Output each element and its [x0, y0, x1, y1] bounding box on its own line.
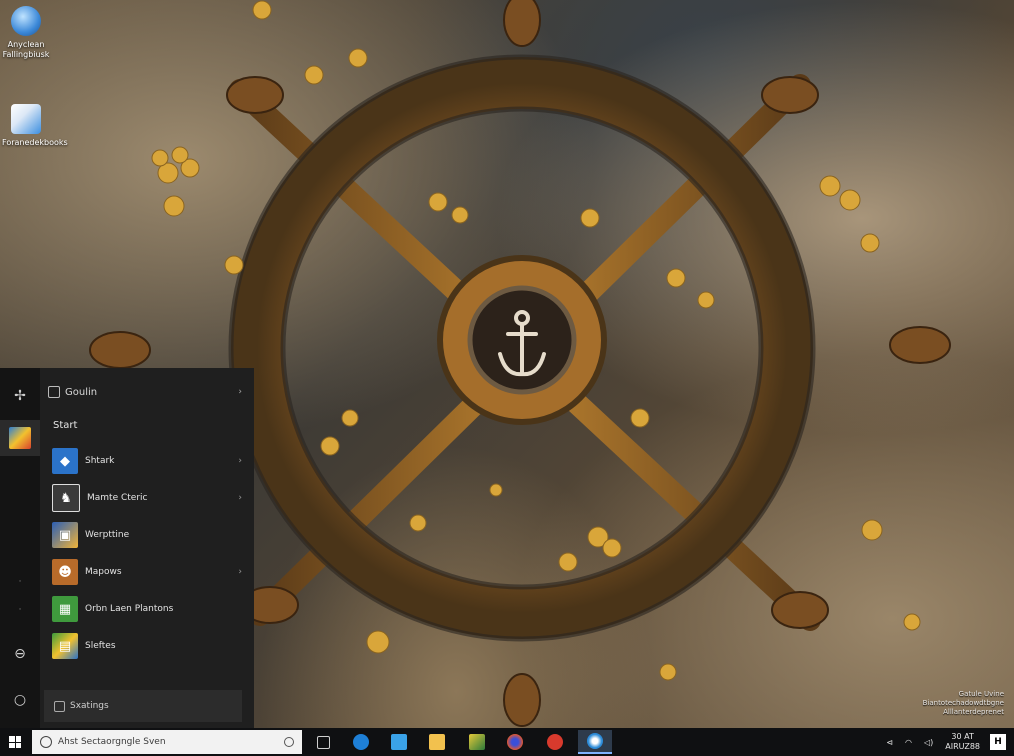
- store-icon: [391, 734, 407, 750]
- clock-date: AIRUZ88: [945, 742, 980, 751]
- app-item-mapows[interactable]: ☻ Mapows ›: [52, 557, 246, 587]
- edge-icon: [353, 734, 369, 750]
- network-icon[interactable]: ◠: [905, 738, 912, 747]
- app-item-shtark[interactable]: ◆ Shtark ›: [52, 446, 246, 476]
- app-tile-icon: [9, 427, 31, 449]
- section-title: Start: [53, 420, 78, 431]
- system-tray: ⊲ ◠ ◁) 30 AT AIRUZ88 H: [880, 728, 1014, 756]
- red-app-icon: [547, 734, 563, 750]
- rail-dot: ·: [18, 605, 22, 615]
- tray-icon[interactable]: ⊲: [886, 738, 893, 747]
- folder-icon: [429, 734, 445, 750]
- task-view-icon: [316, 735, 330, 749]
- app-item-werpttine[interactable]: ▣ Werpttine: [52, 520, 246, 550]
- cortana-icon[interactable]: [284, 737, 294, 747]
- desktop-icon-foranedekbooks[interactable]: Foranedekbooks: [2, 104, 68, 148]
- app-item-mamte-cteric[interactable]: ♞ Mamte Cteric ›: [52, 483, 246, 513]
- chevron-right-icon: ›: [238, 456, 242, 466]
- app-name: Orbn Laen Plantons: [85, 604, 174, 614]
- app-icon: ◆: [52, 448, 78, 474]
- settings-button[interactable]: Sxatings: [44, 690, 242, 722]
- taskbar-photos[interactable]: [460, 730, 494, 754]
- start-app-list: Goulin › Start ◆ Shtark › ♞ Mamte Cteric…: [44, 368, 250, 728]
- clock[interactable]: 30 AT AIRUZ88: [945, 732, 980, 752]
- app-icon: ▦: [52, 596, 78, 622]
- notification-icon[interactable]: H: [990, 734, 1006, 750]
- settings-icon[interactable]: ⊖: [0, 636, 40, 672]
- app-item-orbn-laen-plantons[interactable]: ▦ Orbn Laen Plantons: [52, 594, 246, 624]
- firefox-icon: [507, 734, 523, 750]
- desktop-icon-label: Anyclean: [7, 40, 45, 49]
- taskbar-active-app[interactable]: [578, 730, 612, 754]
- chevron-right-icon: ›: [238, 567, 242, 577]
- search-icon: [40, 736, 52, 748]
- volume-icon[interactable]: ◁): [924, 738, 933, 747]
- start-button[interactable]: [0, 728, 30, 756]
- app-icon: ▣: [52, 522, 78, 548]
- desktop-icon-label: Foranedekbooks: [2, 138, 68, 147]
- app-item-sleftes[interactable]: ▤ Sleftes: [52, 631, 246, 661]
- watermark-line: Alllanterdeprenet: [943, 708, 1004, 716]
- search-box[interactable]: Ahst Sectaorgngle Sven: [32, 730, 302, 754]
- taskbar: Ahst Sectaorgngle Sven ⊲ ◠ ◁) 30 AT AIRU…: [0, 728, 1014, 756]
- settings-label: Sxatings: [70, 701, 109, 711]
- taskbar-firefox[interactable]: [498, 730, 532, 754]
- taskbar-store[interactable]: [382, 730, 416, 754]
- taskbar-file-explorer[interactable]: [420, 730, 454, 754]
- app-name: Werpttine: [85, 530, 130, 540]
- app-name: Mapows: [85, 567, 122, 577]
- gear-icon: [54, 700, 65, 712]
- desktop-watermark: Gatule Uvine Biantotechadowdtbgne Alllan…: [923, 690, 1004, 717]
- desktop-icon-anyclean[interactable]: Anyclean Fallingbiusk: [2, 6, 50, 60]
- watermark-line: Gatule Uvine: [958, 690, 1004, 698]
- app-icon: ♞: [52, 484, 80, 512]
- folder-icon: [48, 386, 60, 398]
- search-text: Ahst Sectaorgngle Sven: [58, 737, 166, 747]
- taskbar-red-app[interactable]: [538, 730, 572, 754]
- folder-icon: [11, 104, 41, 134]
- desktop-icon-label: Fallingbiusk: [2, 50, 50, 59]
- list-header[interactable]: Goulin ›: [48, 380, 248, 404]
- active-app-icon: [587, 733, 603, 749]
- photos-icon: [469, 734, 485, 750]
- app-name: Sleftes: [85, 641, 116, 651]
- chevron-right-icon: ›: [238, 387, 242, 397]
- power-icon[interactable]: ○: [0, 682, 40, 718]
- rail-app-button[interactable]: [0, 420, 40, 456]
- list-header-label: Goulin: [65, 386, 98, 398]
- chevron-right-icon: ›: [238, 493, 242, 503]
- app-icon: ▤: [52, 633, 78, 659]
- taskbar-edge[interactable]: [344, 730, 378, 754]
- app-name: Mamte Cteric: [87, 493, 148, 503]
- taskbar-task-view[interactable]: [306, 730, 340, 754]
- app-name: Shtark: [85, 456, 115, 466]
- start-rail: ✢ · · ⊖ ○: [0, 368, 40, 728]
- watermark-line: Biantotechadowdtbgne: [922, 699, 1004, 707]
- app-icon: ☻: [52, 559, 78, 585]
- globe-icon: [11, 6, 41, 36]
- pin-icon[interactable]: ✢: [0, 378, 40, 414]
- start-menu: ✢ · · ⊖ ○ Goulin › Start ◆ Shtark › ♞ Ma…: [0, 368, 254, 728]
- windows-logo-icon: [9, 736, 21, 748]
- clock-time: 30 AT: [951, 732, 974, 741]
